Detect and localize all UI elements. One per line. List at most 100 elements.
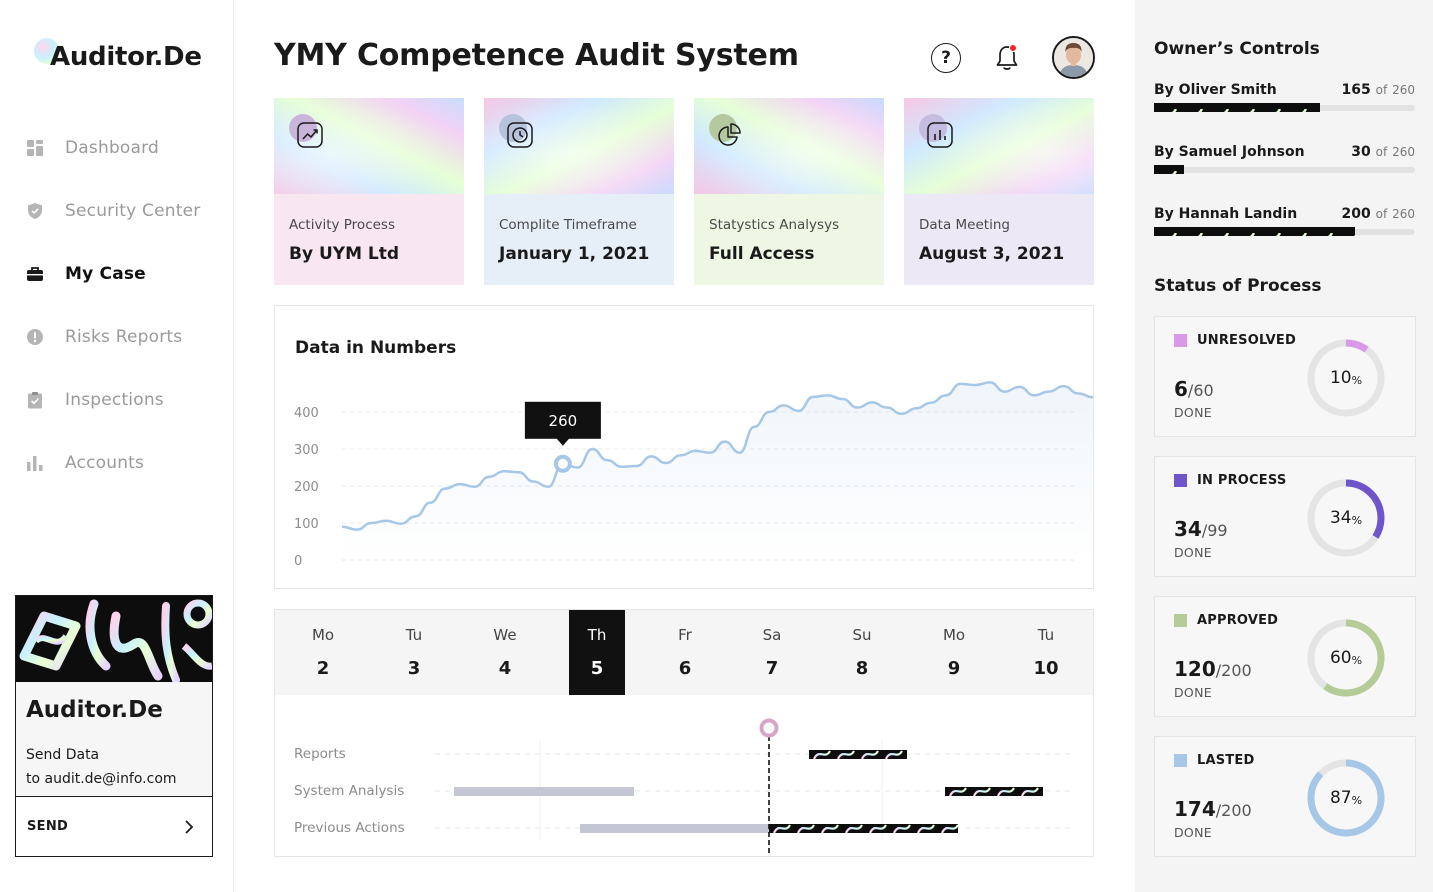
line-chart-panel: Data in Numbers 0 100 200 300 400 260 xyxy=(274,305,1094,589)
y-tick-label: 200 xyxy=(294,480,319,495)
status-done-label: DONE xyxy=(1174,825,1212,840)
progress-fill xyxy=(1154,227,1355,236)
sidebar-item-label: Security Center xyxy=(65,200,201,221)
sidebar: Auditor.De Dashboard Security Center My … xyxy=(0,0,234,892)
sidebar-item-label: Dashboard xyxy=(65,137,160,158)
status-label: LASTED xyxy=(1197,753,1255,768)
avatar[interactable] xyxy=(1052,36,1095,79)
promo-artwork xyxy=(16,596,212,682)
donut-percent: 60% xyxy=(1329,648,1363,668)
status-color-swatch xyxy=(1174,334,1187,347)
notifications-button[interactable] xyxy=(992,43,1022,73)
status-card-approved[interactable]: APPROVED 120/200 DONE 60% xyxy=(1154,596,1416,717)
stat-card[interactable]: Statystics Analysys Full Access xyxy=(694,98,884,285)
promo-title: Auditor.De xyxy=(26,697,163,723)
send-button[interactable]: SEND xyxy=(16,796,212,856)
notification-dot xyxy=(1009,44,1017,52)
right-panel: Owner’s Controls By Oliver Smith 165 of … xyxy=(1135,0,1433,892)
sidebar-item-my-case[interactable]: My Case xyxy=(0,242,234,305)
sidebar-item-label: Accounts xyxy=(65,452,145,473)
sidebar-nav: Dashboard Security Center My Case Risks … xyxy=(0,116,234,494)
sidebar-item-label: My Case xyxy=(65,263,146,284)
stat-card[interactable]: Data Meeting August 3, 2021 xyxy=(904,98,1094,285)
owner-count: 165 of 260 xyxy=(1341,82,1415,98)
card-value: August 3, 2021 xyxy=(919,244,1065,264)
stat-card[interactable]: Activity Process By UYM Ltd xyxy=(274,98,464,285)
status-color-swatch xyxy=(1174,474,1187,487)
shield-icon xyxy=(26,202,44,220)
bar-chart-icon xyxy=(26,454,44,472)
card-label: Data Meeting xyxy=(919,217,1010,233)
current-time-marker[interactable] xyxy=(759,718,779,738)
donut-percent: 10% xyxy=(1329,368,1363,388)
promo-card: Auditor.De Send Data to audit.de@info.co… xyxy=(15,595,213,857)
sidebar-item-risks-reports[interactable]: Risks Reports xyxy=(0,305,234,368)
line-chart[interactable]: 0 100 200 300 400 260 xyxy=(275,306,1093,588)
progress-fill xyxy=(1154,103,1320,112)
status-card-unresolved[interactable]: UNRESOLVED 6/60 DONE 10% xyxy=(1154,316,1416,437)
status-count: 174/200 xyxy=(1174,797,1252,821)
progress-fill xyxy=(1154,165,1184,174)
status-done-label: DONE xyxy=(1174,405,1212,420)
sidebar-item-label: Inspections xyxy=(65,389,164,410)
sidebar-item-inspections[interactable]: Inspections xyxy=(0,368,234,431)
clock-icon xyxy=(507,122,533,148)
owner-name: By Hannah Landin xyxy=(1154,206,1298,222)
status-count: 34/99 xyxy=(1174,517,1228,541)
promo-email: to audit.de@info.com xyxy=(26,771,177,787)
owner-count: 200 of 260 xyxy=(1341,206,1415,222)
status-heading: Status of Process xyxy=(1154,276,1322,296)
status-card-lasted[interactable]: LASTED 174/200 DONE 87% xyxy=(1154,736,1416,857)
help-circle-icon: ? xyxy=(941,48,951,68)
status-label: IN PROCESS xyxy=(1197,473,1287,488)
stat-card[interactable]: Complite Timeframe January 1, 2021 xyxy=(484,98,674,285)
trend-chart-icon xyxy=(297,122,323,148)
task-bar[interactable] xyxy=(454,787,634,796)
status-count: 6/60 xyxy=(1174,377,1214,401)
card-label: Activity Process xyxy=(289,217,395,233)
status-color-swatch xyxy=(1174,754,1187,767)
owner-control-item[interactable]: By Oliver Smith 165 of 260 xyxy=(1154,82,1415,132)
status-done-label: DONE xyxy=(1174,685,1212,700)
alert-icon xyxy=(26,328,44,346)
promo-text: Send Data xyxy=(26,747,100,763)
sidebar-item-label: Risks Reports xyxy=(65,326,183,347)
owner-count: 30 of 260 xyxy=(1351,144,1415,160)
pie-chart-icon xyxy=(718,123,741,146)
donut-percent: 87% xyxy=(1329,788,1363,808)
help-button[interactable]: ? xyxy=(931,43,961,73)
clipboard-check-icon xyxy=(26,391,44,409)
timeline-row-label: Reports xyxy=(294,746,346,762)
owner-name: By Oliver Smith xyxy=(1154,82,1277,98)
card-icon-badge xyxy=(289,114,323,148)
highlight-point[interactable] xyxy=(553,454,572,473)
status-label: UNRESOLVED xyxy=(1197,333,1296,348)
card-label: Statystics Analysys xyxy=(709,217,840,233)
timeline-row-label: Previous Actions xyxy=(294,820,405,836)
card-icon-badge xyxy=(919,114,953,148)
tooltip-arrow xyxy=(555,437,570,446)
timeline-panel: Mo 2 Tu 3 We 4 Th 5 Fr 6 Sa 7 Su 8 Mo 9 Tu 10 Reports Sys… xyxy=(274,609,1094,857)
dashboard-icon xyxy=(26,139,44,157)
owners-heading: Owner’s Controls xyxy=(1154,39,1320,59)
donut-percent: 34% xyxy=(1329,508,1363,528)
owner-control-item[interactable]: By Samuel Johnson 30 of 260 xyxy=(1154,144,1415,194)
sidebar-item-security-center[interactable]: Security Center xyxy=(0,179,234,242)
y-tick-label: 300 xyxy=(294,443,319,458)
card-value: Full Access xyxy=(709,244,815,264)
card-icon-badge xyxy=(709,114,741,146)
sidebar-item-dashboard[interactable]: Dashboard xyxy=(0,116,234,179)
status-label: APPROVED xyxy=(1197,613,1279,628)
tooltip-value: 260 xyxy=(549,412,578,430)
y-tick-label: 400 xyxy=(294,406,319,421)
status-card-in-process[interactable]: IN PROCESS 34/99 DONE 34% xyxy=(1154,456,1416,577)
timeline-row-label: System Analysis xyxy=(294,783,405,799)
owner-control-item[interactable]: By Hannah Landin 200 of 260 xyxy=(1154,206,1415,256)
card-label: Complite Timeframe xyxy=(499,217,637,233)
task-bar[interactable] xyxy=(580,824,769,833)
sidebar-item-accounts[interactable]: Accounts xyxy=(0,431,234,494)
send-button-label: SEND xyxy=(27,819,69,834)
card-value: January 1, 2021 xyxy=(499,244,650,264)
bar-chart-box-icon xyxy=(927,122,953,148)
owner-name: By Samuel Johnson xyxy=(1154,144,1305,160)
